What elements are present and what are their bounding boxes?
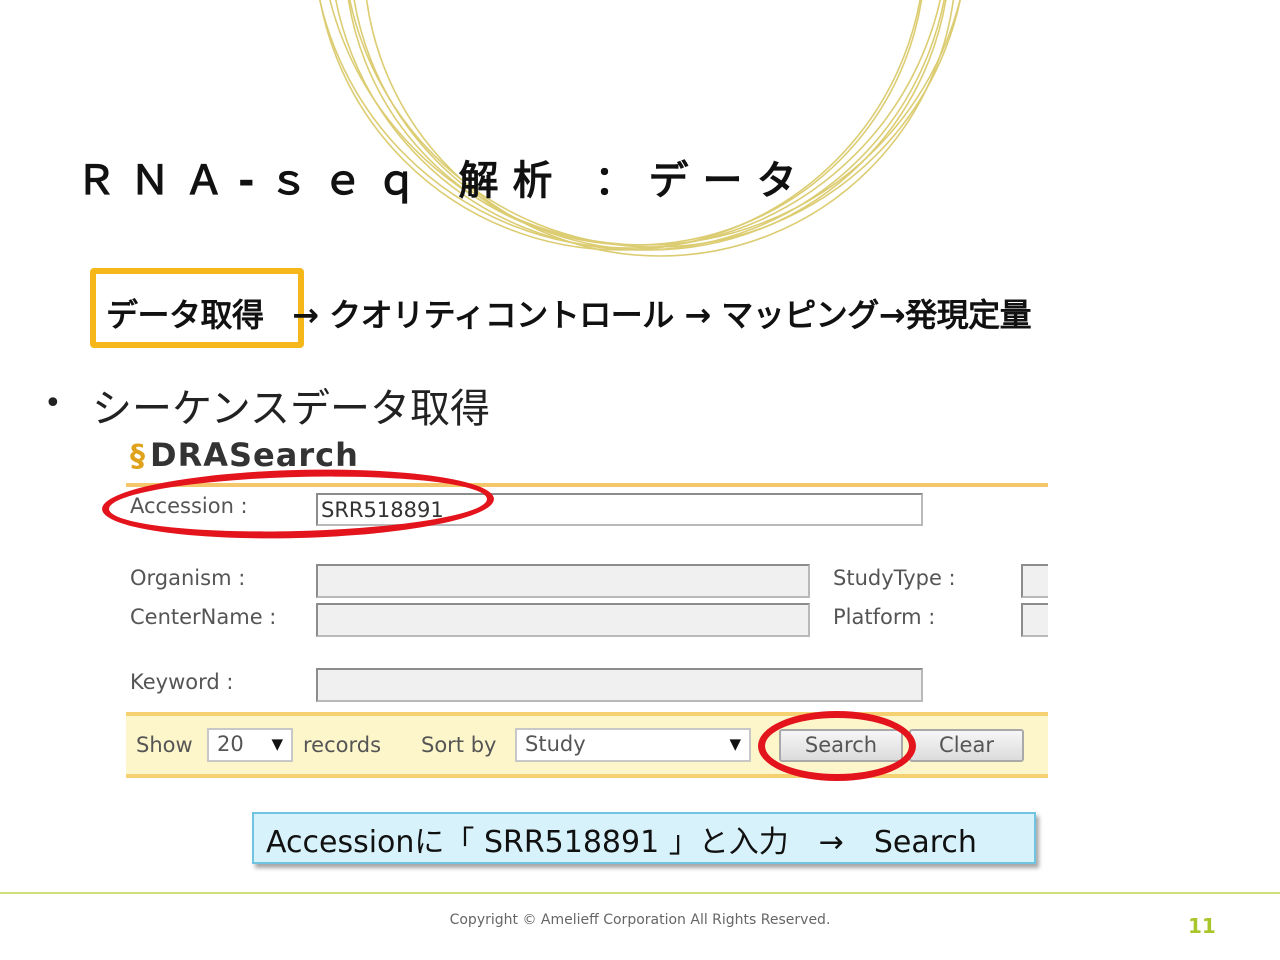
page-number: 11 [1188,914,1216,938]
clear-button[interactable]: Clear [909,729,1024,762]
centername-label: CenterName : [130,605,277,629]
footer-rule [0,892,1280,894]
drasearch-logo: § DRASearch [130,436,359,474]
show-count-value: 20 [217,732,244,756]
centername-input[interactable] [316,603,810,637]
keyword-input[interactable] [316,668,923,702]
workflow-steps: データ取得 → クオリティコントロール → マッピング→発現定量 [106,290,1032,336]
current-step-label: データ取得 [106,296,264,334]
sortby-select[interactable]: Study ▼ [515,728,751,762]
dropdown-arrow-icon: ▼ [729,735,741,753]
platform-select[interactable] [1021,603,1048,637]
platform-label: Platform : [833,605,936,629]
search-highlight-circle [758,711,916,781]
instruction-callout: Accessionに「 SRR518891 」と入力 → Search [252,812,1036,864]
organism-input[interactable] [316,564,810,598]
bullet-text: シーケンスデータ取得 [92,386,490,432]
show-count-select[interactable]: 20 ▼ [207,728,293,762]
studytype-select[interactable] [1021,564,1048,598]
dropdown-arrow-icon: ▼ [271,735,283,753]
slide-title: ＲＮＡ-ｓｅｑ 解析 ：データ [76,158,811,204]
drasearch-logo-text: DRASearch [150,436,359,474]
studytype-label: StudyType : [833,566,956,590]
sortby-label: Sort by [421,733,497,757]
records-label: records [303,733,382,757]
sortby-value: Study [525,732,586,756]
bullet-icon: • [44,386,62,421]
remaining-steps-label: → クオリティコントロール → マッピング→発現定量 [292,296,1032,334]
keyword-label: Keyword : [130,670,234,694]
organism-label: Organism : [130,566,246,590]
accession-highlight-circle [101,464,495,544]
copyright-text: Copyright © Amelieff Corporation All Rig… [449,912,831,928]
show-label: Show [136,733,193,757]
dna-icon: § [130,439,146,474]
